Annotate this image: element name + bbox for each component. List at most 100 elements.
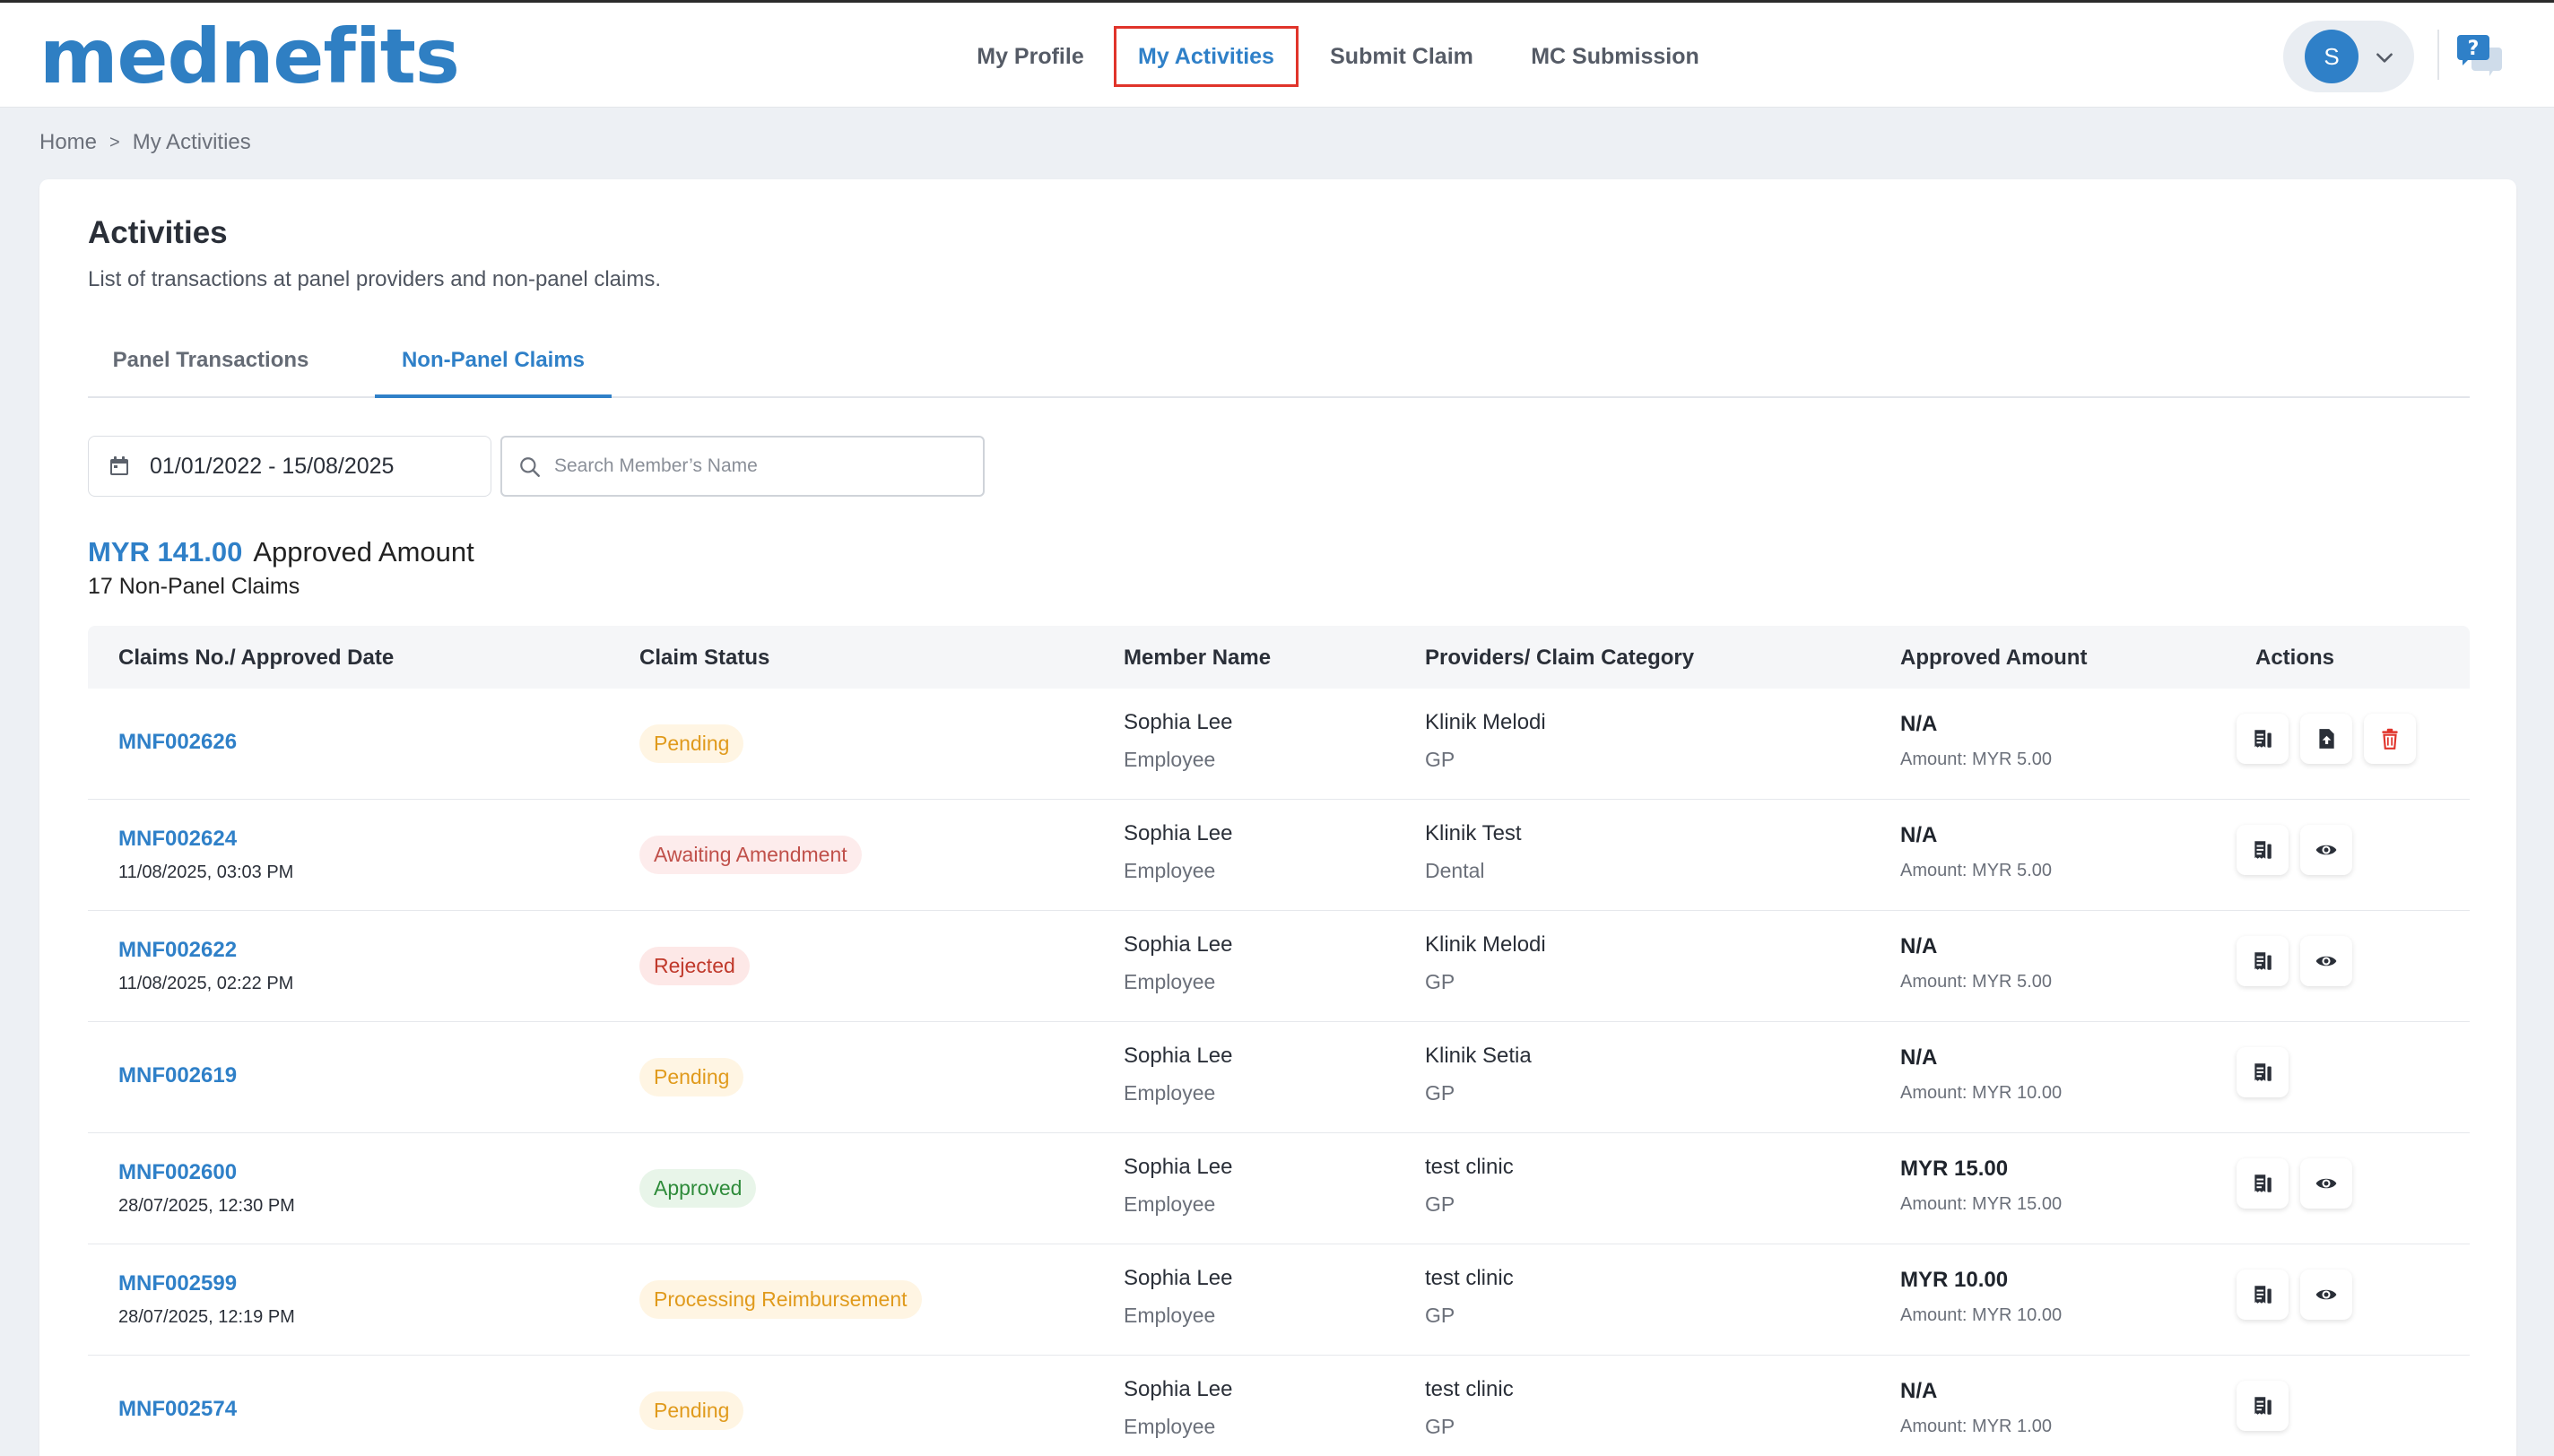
user-menu-button[interactable]: S <box>2283 21 2414 92</box>
member-cell: Sophia Lee Employee <box>1124 1266 1232 1328</box>
claim-category: GP <box>1425 1304 1455 1327</box>
table-row: MNF002600 28/07/2025, 12:30 PM Approved Sop… <box>88 1133 2470 1244</box>
approved-amount: N/A <box>1900 1379 1938 1403</box>
col-approved-amount: Approved Amount <box>1900 646 2088 670</box>
provider-cell: Klinik Melodi GP <box>1425 710 1546 772</box>
claim-number-cell: MNF002600 28/07/2025, 12:30 PM <box>118 1160 295 1217</box>
view-receipt-button[interactable] <box>2237 1158 2289 1209</box>
claim-number-link[interactable]: MNF002622 <box>118 938 293 963</box>
claim-number-link[interactable]: MNF002599 <box>118 1271 295 1296</box>
view-receipt-button[interactable] <box>2237 1270 2289 1320</box>
table-row: MNF002624 11/08/2025, 03:03 PM Awaiting Am… <box>88 800 2470 911</box>
nav-mc-submission[interactable]: MC Submission <box>1521 26 1709 87</box>
delete-claim-button[interactable] <box>2364 714 2416 764</box>
member-type: Employee <box>1124 970 1216 993</box>
view-receipt-button[interactable] <box>2237 714 2289 764</box>
member-name: Sophia Lee <box>1124 1266 1233 1290</box>
approved-amount-cell: N/A Amount: MYR 1.00 <box>1900 1379 2052 1437</box>
col-claims-no: Claims No./ Approved Date <box>118 646 395 670</box>
eye-icon <box>2315 1172 2338 1195</box>
claim-number-cell: MNF002574 <box>118 1397 237 1422</box>
calendar-icon <box>110 456 128 475</box>
member-cell: Sophia Lee Employee <box>1124 821 1232 883</box>
member-name: Sophia Lee <box>1124 821 1233 845</box>
table-row: MNF002574 Pending Sophia Lee Employee test c… <box>88 1356 2470 1456</box>
receipt-icon <box>2251 1172 2274 1195</box>
nav-my-profile[interactable]: My Profile <box>967 26 1094 87</box>
eye-icon <box>2315 838 2338 862</box>
approved-amount-label: Approved Amount <box>253 536 474 568</box>
search-input[interactable] <box>554 448 967 484</box>
approved-date: 28/07/2025, 12:30 PM <box>118 1196 295 1216</box>
claim-category: GP <box>1425 970 1455 993</box>
approved-amount-value: MYR 141.00 <box>88 536 243 568</box>
claim-number-cell: MNF002622 11/08/2025, 02:22 PM <box>118 938 293 994</box>
claim-number-link[interactable]: MNF002624 <box>118 827 293 852</box>
approved-amount-cell: N/A Amount: MYR 5.00 <box>1900 934 2052 992</box>
member-name: Sophia Lee <box>1124 1377 1233 1401</box>
nav-submit-claim[interactable]: Submit Claim <box>1320 26 1483 87</box>
member-search <box>500 436 985 497</box>
approved-date: 11/08/2025, 02:22 PM <box>118 974 294 993</box>
claim-number-cell: MNF002619 <box>118 1063 237 1088</box>
claim-number-link[interactable]: MNF002619 <box>118 1063 237 1088</box>
activities-card: Activities List of transactions at panel… <box>39 179 2516 1456</box>
view-claim-button[interactable] <box>2300 1270 2352 1320</box>
approved-amount: MYR 10.00 <box>1900 1268 2009 1292</box>
member-cell: Sophia Lee Employee <box>1124 932 1232 994</box>
member-name: Sophia Lee <box>1124 710 1233 734</box>
approved-amount: N/A <box>1900 934 1938 958</box>
claim-amount: Amount: MYR 10.00 <box>1900 1083 2063 1103</box>
view-claim-button[interactable] <box>2300 936 2352 986</box>
member-type: Employee <box>1124 1304 1216 1327</box>
col-claim-status: Claim Status <box>639 646 770 670</box>
receipt-icon <box>2251 727 2274 750</box>
view-claim-button[interactable] <box>2300 1158 2352 1209</box>
tab-non-panel-claims[interactable]: Non-Panel Claims <box>375 323 612 398</box>
claim-amount: Amount: MYR 1.00 <box>1900 1417 2052 1436</box>
avatar: S <box>2305 30 2359 83</box>
nav-my-activities[interactable]: My Activities <box>1114 26 1299 87</box>
view-receipt-button[interactable] <box>2237 936 2289 986</box>
claim-number-link[interactable]: MNF002626 <box>118 730 237 755</box>
breadcrumb-home[interactable]: Home <box>39 130 97 155</box>
view-receipt-button[interactable] <box>2237 1047 2289 1097</box>
help-chat-icon[interactable]: ? <box>2455 33 2502 80</box>
member-type: Employee <box>1124 748 1216 771</box>
table-row: MNF002622 11/08/2025, 02:22 PM Rejected Sop… <box>88 911 2470 1022</box>
claim-status-cell: Pending <box>639 724 744 763</box>
claim-number-link[interactable]: MNF002600 <box>118 1160 295 1185</box>
claim-number-link[interactable]: MNF002574 <box>118 1397 237 1422</box>
provider-cell: test clinic GP <box>1425 1155 1514 1217</box>
table-row: MNF002619 Pending Sophia Lee Employee Klinik… <box>88 1022 2470 1133</box>
view-claim-button[interactable] <box>2300 825 2352 875</box>
member-cell: Sophia Lee Employee <box>1124 1044 1232 1105</box>
receipt-icon <box>2251 949 2274 973</box>
eye-icon <box>2315 1283 2338 1306</box>
trash-icon <box>2378 727 2402 750</box>
status-badge: Pending <box>639 724 744 763</box>
member-cell: Sophia Lee Employee <box>1124 1377 1232 1439</box>
claim-amount: Amount: MYR 5.00 <box>1900 972 2052 992</box>
claim-amount: Amount: MYR 5.00 <box>1900 861 2052 880</box>
claim-status-cell: Processing Reimbursement <box>639 1280 922 1319</box>
approved-amount-cell: N/A Amount: MYR 10.00 <box>1900 1045 2062 1104</box>
col-member-name: Member Name <box>1124 646 1272 670</box>
claim-status-cell: Rejected <box>639 947 750 985</box>
page-title: Activities <box>88 215 228 250</box>
tab-panel-transactions[interactable]: Panel Transactions <box>88 323 334 398</box>
member-name: Sophia Lee <box>1124 1155 1233 1179</box>
claim-category: GP <box>1425 1415 1455 1438</box>
view-receipt-button[interactable] <box>2237 1381 2289 1431</box>
member-type: Employee <box>1124 1415 1216 1438</box>
date-range-picker[interactable]: 01/01/2022 - 15/08/2025 <box>88 436 491 497</box>
approved-amount: N/A <box>1900 823 1938 847</box>
provider-cell: Klinik Test Dental <box>1425 821 1522 883</box>
claim-number-cell: MNF002624 11/08/2025, 03:03 PM <box>118 827 293 883</box>
mednefits-logo[interactable]: mednefits <box>39 19 460 94</box>
upload-document-button[interactable] <box>2300 714 2352 764</box>
approved-date: 28/07/2025, 12:19 PM <box>118 1307 295 1327</box>
view-receipt-button[interactable] <box>2237 825 2289 875</box>
approved-amount: N/A <box>1900 712 1938 736</box>
provider-name: Klinik Melodi <box>1425 932 1546 957</box>
